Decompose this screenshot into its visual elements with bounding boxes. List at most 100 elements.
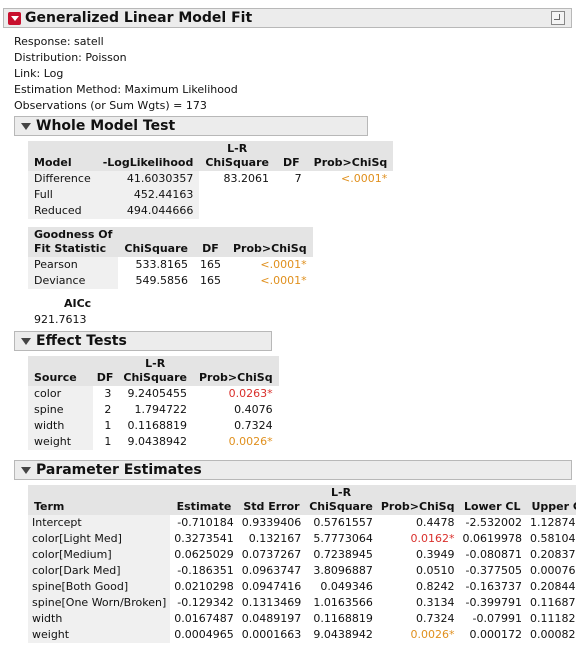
cell: 1 [104, 435, 112, 448]
cell: 0.0167487 [174, 612, 234, 625]
observations-text: Observations (or Sum Wgts) = 173 [14, 99, 207, 112]
whole-model-test-title: Whole Model Test [36, 118, 176, 134]
disclosure-triangle-icon[interactable] [21, 466, 31, 474]
cell: 0.9339406 [241, 516, 302, 529]
lr-label: L-R [227, 142, 248, 155]
cell: 452.44163 [96, 187, 200, 203]
table-row: spine[One Worn/Broken] -0.129342 0.1313469… [28, 595, 576, 611]
whole-model-test-header[interactable]: Whole Model Test [14, 116, 368, 136]
cell: 0.049346 [320, 580, 373, 593]
col-term-header: Term [28, 485, 171, 515]
cell: -0.186351 [177, 564, 234, 577]
goodness-of-fit-table: Goodness Of Fit Statistic ChiSquare DF Pr… [28, 227, 313, 289]
col-df-header: DF [194, 227, 227, 257]
cell: 83.2061 [223, 172, 269, 185]
cell: 0.1168819 [313, 612, 373, 625]
table-row: weight 0.0004965 0.0001663 9.0438942 0.0026*… [28, 627, 576, 643]
glm-fit-header[interactable]: Generalized Linear Model Fit [3, 8, 572, 28]
col-chisq-header: ChiSquare [118, 227, 194, 257]
table-row: color[Dark Med] -0.186351 0.0963747 3.80968… [28, 563, 576, 579]
aicc-value: 921.7613 [34, 313, 87, 326]
table-row: width 1 0.1168819 0.7324 [28, 418, 279, 434]
table-row: color[Light Med] 0.3273541 0.132167 5.77730… [28, 531, 576, 547]
table-row: Intercept -0.710184 0.9339406 0.5761557 0.44… [28, 515, 576, 531]
cell: 0.1168764 [529, 596, 576, 609]
cell: 9.0438942 [313, 628, 373, 641]
cell: 0.7324 [415, 612, 455, 625]
cell: 494.044666 [96, 203, 200, 219]
table-row: weight 1 9.0438942 0.0026* [28, 434, 279, 450]
cell: 0.0001663 [241, 628, 302, 641]
cell: 1.0163566 [313, 596, 373, 609]
cell: 9.0438942 [127, 435, 188, 448]
table-row: spine[Both Good] 0.0210298 0.0947416 0.0493… [28, 579, 576, 595]
row-label: spine[Both Good] [28, 579, 171, 595]
cell: -0.080871 [465, 548, 522, 561]
col-chisq-header: L-R ChiSquare [199, 141, 275, 171]
col-prob-header: Prob>ChiSq [227, 227, 313, 257]
table-row: color[Medium] 0.0625029 0.0737267 0.7238945… [28, 547, 576, 563]
link-text: Link: Log [14, 67, 64, 80]
cell: 3 [104, 387, 112, 400]
row-label: Difference [28, 171, 97, 187]
cell: 0.1313469 [241, 596, 302, 609]
cell: 0.0026* [228, 435, 273, 448]
minimize-icon[interactable] [551, 11, 565, 25]
disclosure-triangle-icon[interactable] [21, 122, 31, 130]
col-df-header: DF [92, 356, 118, 386]
cell: 0.4478 [415, 516, 455, 529]
cell: 3.8096887 [313, 564, 373, 577]
col-loglik-header: -LogLikelihood [96, 141, 200, 171]
col-source-header: Source [28, 356, 93, 386]
cell: 9.2405455 [127, 387, 188, 400]
table-row: Full 452.44163 [28, 187, 393, 203]
table-row: Difference 41.6030357 83.2061 7 <.0001* [28, 171, 393, 187]
cell: -0.377505 [465, 564, 522, 577]
cell: 0.7324 [234, 419, 273, 432]
row-label: spine [28, 402, 93, 418]
row-label: color [28, 386, 93, 402]
row-label: color[Light Med] [28, 531, 171, 547]
cell: 1.1287428 [529, 516, 576, 529]
cell: <.0001* [260, 258, 307, 271]
cell: 0.0007691 [529, 564, 576, 577]
chisq-label: ChiSquare [309, 500, 373, 513]
row-label: Reduced [28, 203, 97, 219]
row-label: Pearson [28, 257, 119, 273]
red-triangle-menu-button[interactable] [8, 11, 21, 25]
table-row: Deviance 549.5856 165 <.0001* [28, 273, 313, 289]
cell: 0.0210298 [174, 580, 234, 593]
row-label: weight [28, 627, 171, 643]
cell: 0.0947416 [241, 580, 302, 593]
cell: 0.132167 [248, 532, 302, 545]
cell: 7 [294, 172, 302, 185]
row-label: color[Dark Med] [28, 563, 171, 579]
row-label: Full [28, 187, 97, 203]
cell: 0.0162* [410, 532, 455, 545]
report-window: Generalized Linear Model Fit Response: s… [0, 0, 576, 656]
col-stderr-header: Std Error [237, 485, 306, 515]
cell: 0.3273541 [174, 532, 234, 545]
cell: 0.7238945 [313, 548, 373, 561]
gof-label-2: Fit Statistic [34, 242, 107, 255]
row-label: color[Medium] [28, 547, 171, 563]
col-estimate-header: Estimate [170, 485, 238, 515]
parameter-estimates-header[interactable]: Parameter Estimates [14, 460, 572, 480]
parameter-estimates-title: Parameter Estimates [36, 462, 202, 478]
cell: 0.8242 [415, 580, 455, 593]
chisq-label: ChiSquare [123, 371, 187, 384]
cell: <.0001* [260, 274, 307, 287]
cell: 0.0963747 [241, 564, 302, 577]
cell: 0.0489197 [241, 612, 302, 625]
disclosure-triangle-icon[interactable] [21, 337, 31, 345]
row-label: Intercept [28, 515, 171, 531]
cell: 165 [200, 274, 221, 287]
effect-tests-header[interactable]: Effect Tests [14, 331, 272, 351]
cell: -0.129342 [177, 596, 234, 609]
cell: 0.0263* [228, 387, 273, 400]
cell: 5.7773064 [313, 532, 373, 545]
distribution-text: Distribution: Poisson [14, 51, 127, 64]
col-chisq-header: L-R ChiSquare [117, 356, 193, 386]
model-info: Response: satell Distribution: Poisson L… [14, 34, 238, 114]
report-title: Generalized Linear Model Fit [25, 10, 253, 26]
